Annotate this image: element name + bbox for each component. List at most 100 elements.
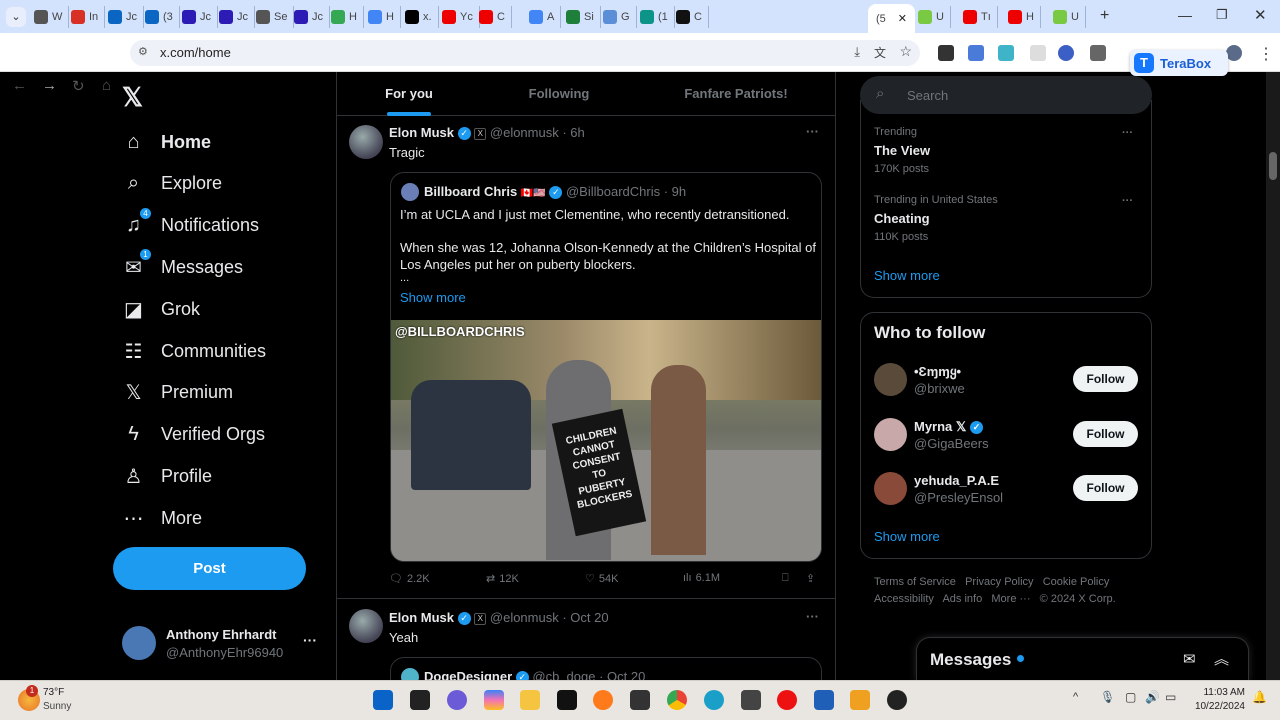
author-name[interactable]: Elon Musk bbox=[389, 610, 454, 625]
cmd-icon[interactable] bbox=[630, 690, 650, 710]
app-c-icon[interactable] bbox=[741, 690, 761, 710]
bookmark-button[interactable]: ⎕ bbox=[782, 572, 789, 585]
repost-button[interactable]: ⇄ 12K bbox=[486, 572, 519, 586]
reload-button[interactable]: ↻ bbox=[72, 77, 85, 95]
opera-icon[interactable] bbox=[777, 690, 797, 710]
browser-tab[interactable]: G bbox=[603, 6, 637, 28]
browser-tab[interactable]: U bbox=[1053, 6, 1086, 28]
extension-globe-icon[interactable] bbox=[1058, 45, 1074, 61]
show-more-link[interactable]: Show more bbox=[400, 290, 466, 305]
tab-close-icon[interactable]: ✕ bbox=[898, 12, 907, 25]
new-message-icon[interactable]: ✉ bbox=[1183, 650, 1196, 668]
nav-item-messages[interactable]: ✉ 1 Messages bbox=[122, 248, 243, 285]
video-media[interactable]: @BILLBOARDCHRIS CHILDREN CANNOT CONSENT … bbox=[391, 320, 821, 561]
user-avatar[interactable] bbox=[874, 363, 907, 396]
tab-fanfare-patriots[interactable]: Fanfare Patriots! bbox=[637, 72, 835, 116]
trend-more-icon[interactable]: ··· bbox=[1122, 127, 1133, 139]
nav-item-communities[interactable]: ☷ Communities bbox=[122, 333, 267, 369]
url-bar[interactable]: ⚙ x.com/home ⤓ 文 ☆ bbox=[130, 40, 920, 66]
account-switcher[interactable]: Anthony Ehrhardt @AnthonyEhr96940 ··· bbox=[113, 618, 323, 670]
terabox-extension[interactable]: T TeraBox bbox=[1130, 50, 1228, 76]
follow-button[interactable]: Follow bbox=[1073, 420, 1138, 447]
taskview-icon[interactable] bbox=[410, 690, 430, 710]
follow-button[interactable]: Follow bbox=[1073, 366, 1138, 392]
post-button[interactable]: Post bbox=[113, 547, 306, 590]
browser-menu-icon[interactable]: ⋮ bbox=[1258, 44, 1274, 64]
tab-following[interactable]: Following bbox=[481, 72, 637, 116]
follow-button[interactable]: Follow bbox=[1073, 475, 1138, 501]
extension-icon[interactable] bbox=[938, 45, 954, 61]
new-tab-button[interactable]: + bbox=[1100, 7, 1109, 25]
site-info-icon[interactable]: ⚙ bbox=[138, 45, 148, 58]
author-handle[interactable]: @elonmusk bbox=[490, 125, 559, 140]
volume-icon[interactable]: 🔊 bbox=[1145, 690, 1160, 704]
close-window-button[interactable]: ✕ bbox=[1254, 6, 1267, 24]
profile-avatar[interactable] bbox=[1226, 45, 1242, 61]
nav-item-premium[interactable]: 𝕏 Premium bbox=[122, 375, 233, 411]
nav-item-notifications[interactable]: ♫ 4 Notifications bbox=[122, 208, 259, 244]
scrollbar-thumb[interactable] bbox=[1269, 152, 1277, 180]
restore-button[interactable]: ❐ bbox=[1216, 7, 1228, 23]
user-name[interactable]: Myrna 𝕏 bbox=[914, 419, 966, 434]
page-scrollbar[interactable] bbox=[1266, 72, 1280, 680]
browser-tab[interactable]: C bbox=[676, 6, 709, 28]
reply-button[interactable]: 🗨 2.2K bbox=[389, 572, 430, 586]
nav-item-profile[interactable]: ♙ Profile bbox=[122, 458, 213, 494]
clock-date[interactable]: 10/22/2024 bbox=[1185, 701, 1245, 712]
browser-tab[interactable]: Jc bbox=[294, 6, 330, 28]
author-avatar[interactable] bbox=[349, 609, 383, 643]
account-more-icon[interactable]: ··· bbox=[303, 632, 317, 648]
browser-tab[interactable]: H bbox=[331, 6, 364, 28]
nav-item-home[interactable]: ⌂ Home bbox=[122, 124, 211, 160]
extension-icon[interactable] bbox=[1030, 45, 1046, 61]
copilot-icon[interactable] bbox=[484, 690, 504, 710]
browser-tab[interactable]: Se bbox=[256, 6, 295, 28]
browser-tab[interactable]: (1 bbox=[640, 6, 675, 28]
back-button[interactable]: ← bbox=[12, 77, 27, 94]
trends-show-more[interactable]: Show more bbox=[874, 268, 940, 283]
author-avatar[interactable] bbox=[349, 125, 383, 159]
browser-tab[interactable]: Si bbox=[566, 6, 601, 28]
tray-chevron-icon[interactable]: ^ bbox=[1073, 691, 1078, 703]
app-icon[interactable] bbox=[850, 690, 870, 710]
nav-item-grok[interactable]: ◪ Grok bbox=[122, 291, 200, 327]
browser-tab[interactable]: Yc bbox=[442, 6, 480, 28]
tweet-time[interactable]: · 6h bbox=[562, 125, 584, 140]
views-button[interactable]: ılı 6.1M bbox=[683, 572, 720, 584]
app-icon[interactable] bbox=[887, 690, 907, 710]
minimize-button[interactable]: — bbox=[1178, 7, 1192, 23]
start-button[interactable] bbox=[373, 690, 393, 710]
browser-tab[interactable]: x. bbox=[405, 6, 439, 28]
browser-tab[interactable]: (3 bbox=[145, 6, 180, 28]
microphone-icon[interactable]: 🎙 bbox=[1100, 690, 1115, 704]
nav-item-more[interactable]: ⋯ More bbox=[122, 500, 203, 536]
footer-link[interactable]: Cookie Policy bbox=[1043, 576, 1110, 588]
x-logo-icon[interactable]: 𝕏 bbox=[122, 82, 143, 113]
nav-item-verified-orgs[interactable]: ϟ Verified Orgs bbox=[122, 417, 265, 453]
like-button[interactable]: ♡ 54K bbox=[585, 572, 618, 586]
browser-tab[interactable]: H bbox=[368, 6, 401, 28]
footer-link[interactable]: More ··· bbox=[991, 593, 1030, 605]
browser-tab[interactable]: Jc bbox=[219, 6, 255, 28]
notification-bell-icon[interactable]: 🔔 bbox=[1252, 690, 1267, 704]
edge-icon[interactable] bbox=[704, 690, 724, 710]
user-avatar[interactable] bbox=[874, 417, 907, 451]
home-button[interactable]: ⌂ bbox=[102, 77, 111, 94]
tab-search-button[interactable]: ⌄ bbox=[6, 7, 26, 27]
tweet-more-icon[interactable]: ··· bbox=[806, 609, 819, 624]
messages-drawer[interactable]: Messages ✉ ︽ bbox=[916, 637, 1249, 681]
install-icon[interactable]: ⤓ bbox=[854, 44, 860, 60]
chrome-icon[interactable] bbox=[667, 690, 687, 710]
user-avatar[interactable] bbox=[874, 472, 907, 505]
translate-icon[interactable]: 文 bbox=[874, 44, 886, 61]
expand-chevron-icon[interactable]: ︽ bbox=[1214, 648, 1229, 669]
footer-link[interactable]: Privacy Policy bbox=[965, 576, 1033, 588]
browser-tab[interactable]: Tı bbox=[963, 6, 998, 28]
tab-for-you[interactable]: For you bbox=[337, 72, 481, 116]
firefox-icon[interactable] bbox=[593, 690, 613, 710]
file-explorer-icon[interactable] bbox=[520, 690, 540, 710]
author-name[interactable]: Elon Musk bbox=[389, 125, 454, 140]
browser-tab[interactable]: A bbox=[529, 6, 562, 28]
browser-tab[interactable]: Jc bbox=[108, 6, 144, 28]
footer-link[interactable]: Terms of Service bbox=[874, 576, 956, 588]
